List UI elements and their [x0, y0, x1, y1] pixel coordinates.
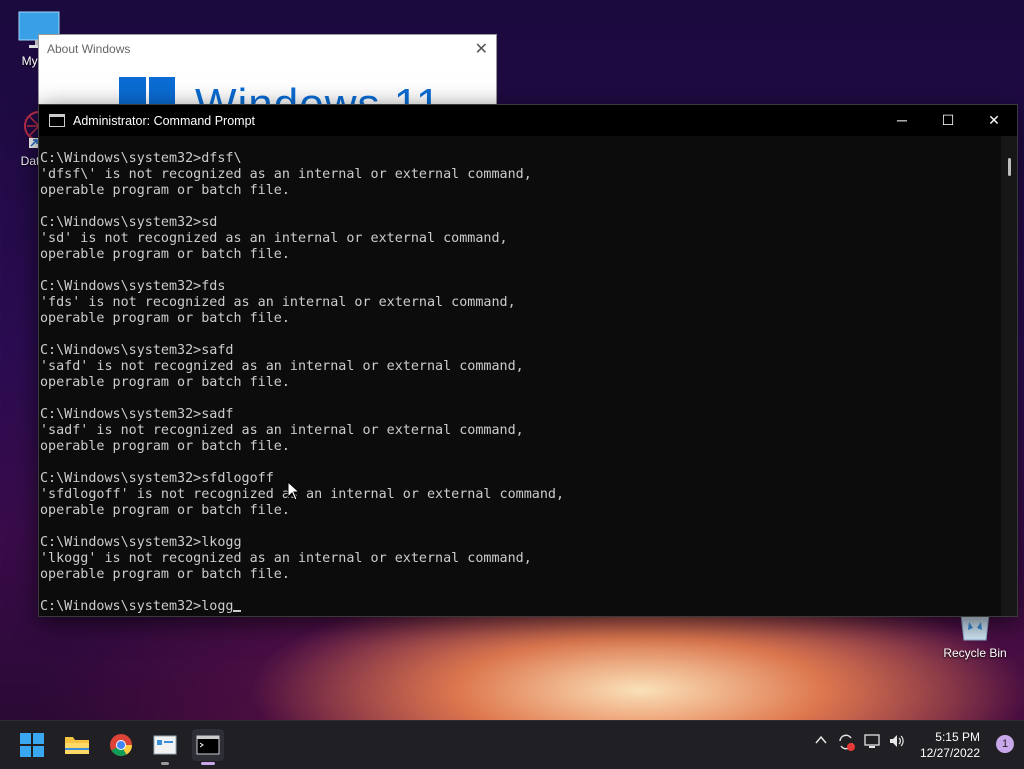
console-line: operable program or batch file.	[40, 183, 290, 198]
console-line: C:\Windows\system32>safd	[40, 343, 234, 358]
notification-badge[interactable]: 1	[996, 735, 1014, 753]
taskbar: 5:15 PM 12/27/2022 1	[0, 720, 1024, 769]
console-line: operable program or batch file.	[40, 311, 290, 326]
console-line: operable program or batch file.	[40, 503, 290, 518]
folder-icon	[65, 737, 89, 754]
sync-alert-icon	[839, 734, 855, 751]
console-line: operable program or batch file.	[40, 439, 290, 454]
cmd-title: Administrator: Command Prompt	[73, 113, 256, 128]
console-current-input: C:\Windows\system32>logg	[40, 599, 234, 614]
console-line: C:\Windows\system32>lkogg	[40, 535, 242, 550]
chrome-button[interactable]	[105, 729, 137, 761]
command-prompt-taskbar-button[interactable]	[192, 729, 224, 765]
clock-time: 5:15 PM	[935, 730, 980, 744]
show-hidden-icons-button[interactable]	[814, 733, 828, 750]
console-line: 'sfdlogoff' is not recognized as an inte…	[40, 487, 565, 502]
update-status-button[interactable]	[836, 732, 856, 755]
file-explorer-button[interactable]	[61, 729, 93, 761]
window-app-icon	[153, 735, 177, 755]
windows-start-icon	[20, 733, 44, 757]
desktop-icon-label: Recycle Bin	[943, 646, 1007, 660]
clock-date: 12/27/2022	[919, 746, 980, 760]
console-input-line[interactable]: C:\Windows\system32>logg	[40, 599, 1004, 615]
network-icon	[864, 734, 880, 748]
clock[interactable]: 5:15 PM 12/27/2022	[920, 729, 980, 761]
console-line: 'fds' is not recognized as an internal o…	[40, 295, 516, 310]
console-line: C:\Windows\system32>dfsf\	[40, 151, 242, 166]
console-line: C:\Windows\system32>sfdlogoff	[40, 471, 274, 486]
console-line: 'safd' is not recognized as an internal …	[40, 359, 524, 374]
console-line: operable program or batch file.	[40, 247, 290, 262]
about-window-title: About Windows	[47, 42, 131, 56]
minimize-button[interactable]: ─	[879, 112, 925, 129]
chrome-icon	[110, 734, 132, 756]
chevron-up-icon	[815, 735, 827, 744]
close-button[interactable]: ✕	[971, 112, 1017, 129]
console-line: 'dfsf\' is not recognized as an internal…	[40, 167, 532, 182]
console-output[interactable]: C:\Windows\system32>dfsf\'dfsf\' is not …	[39, 151, 1004, 616]
close-icon[interactable]: ✕	[475, 39, 488, 59]
console-line: operable program or batch file.	[40, 567, 290, 582]
vertical-scrollbar[interactable]	[1001, 136, 1017, 616]
text-cursor	[233, 610, 242, 612]
terminal-icon	[196, 735, 220, 755]
volume-button[interactable]	[888, 733, 906, 752]
active-indicator	[201, 762, 215, 765]
mouse-pointer-icon	[287, 481, 301, 501]
maximize-button[interactable]: ☐	[925, 112, 971, 129]
cmd-titlebar[interactable]: Administrator: Command Prompt ─ ☐ ✕	[39, 105, 1017, 136]
speaker-icon	[890, 735, 904, 747]
console-line: C:\Windows\system32>sd	[40, 215, 218, 230]
network-button[interactable]	[864, 733, 882, 752]
console-line: operable program or batch file.	[40, 375, 290, 390]
about-windows-taskbar-button[interactable]	[149, 729, 181, 765]
running-indicator	[161, 762, 169, 765]
command-prompt-window[interactable]: Administrator: Command Prompt ─ ☐ ✕ C:\W…	[38, 104, 1018, 617]
console-line: C:\Windows\system32>sadf	[40, 407, 234, 422]
scrollbar-thumb[interactable]	[1008, 158, 1011, 176]
start-button[interactable]	[16, 729, 48, 761]
console-line: 'sd' is not recognized as an internal or…	[40, 231, 508, 246]
cmd-app-icon	[49, 114, 65, 127]
console-line: 'lkogg' is not recognized as an internal…	[40, 551, 532, 566]
console-line: C:\Windows\system32>fds	[40, 279, 226, 294]
console-line: 'sadf' is not recognized as an internal …	[40, 423, 524, 438]
desktop-icon-recycle-bin[interactable]: Recycle Bin	[936, 612, 1014, 660]
